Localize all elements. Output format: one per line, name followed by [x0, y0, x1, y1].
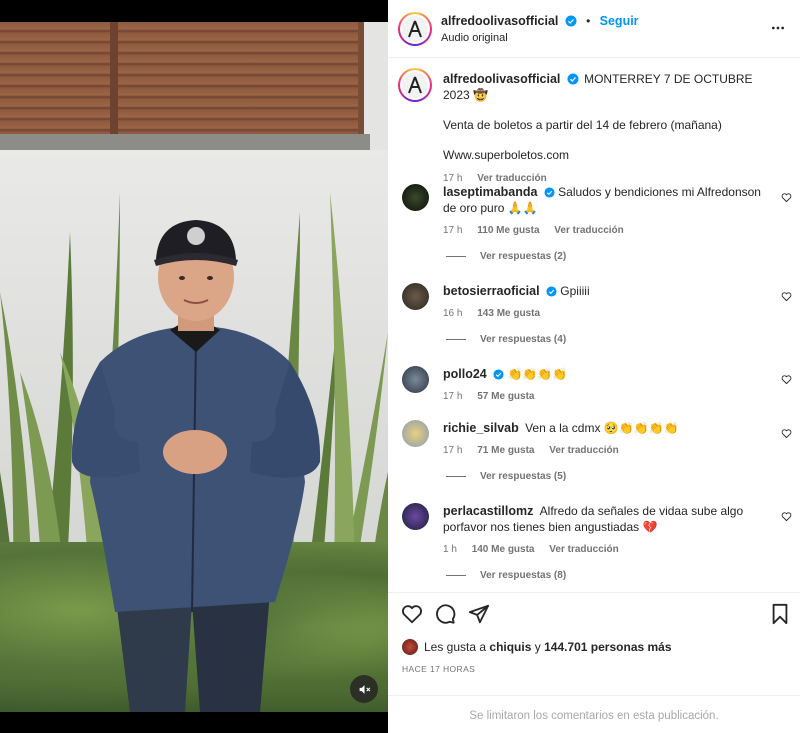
view-replies-label: Ver respuestas (4) [480, 334, 567, 345]
verified-badge-icon [493, 369, 504, 380]
wooden-shutter [0, 22, 364, 134]
heart-icon[interactable] [781, 428, 792, 439]
heart-icon[interactable] [781, 511, 792, 522]
comment-likes[interactable]: 71 Me gusta [477, 445, 534, 456]
comment-username[interactable]: laseptimabanda [443, 185, 537, 199]
post-panel: alfredoolivasofficial • Seguir Audio ori… [388, 0, 800, 733]
caption-line-1: Venta de boletos a partir del 14 de febr… [443, 118, 722, 132]
comment-username[interactable]: perlacastillomz [443, 504, 533, 518]
follow-button[interactable]: Seguir [600, 14, 639, 28]
comment-username[interactable]: pollo24 [443, 367, 487, 381]
comments-limited-notice: Se limitaron los comentarios en esta pub… [388, 695, 800, 722]
view-replies-label: Ver respuestas (5) [480, 471, 567, 482]
post-actions: Les gusta a chiquis y 144.701 personas m… [388, 592, 800, 732]
comment-likes[interactable]: 143 Me gusta [477, 308, 540, 319]
heart-icon[interactable] [781, 291, 792, 302]
comment-avatar[interactable] [402, 283, 429, 310]
liker-avatar[interactable] [402, 639, 418, 655]
bookmark-icon[interactable] [770, 603, 790, 625]
comment-username[interactable]: richie_silvab [443, 421, 519, 435]
view-replies[interactable]: Ver respuestas (8) [446, 570, 566, 581]
heart-icon[interactable] [781, 192, 792, 203]
likes-count[interactable]: 144.701 personas más [544, 640, 671, 654]
post-header: alfredoolivasofficial • Seguir Audio ori… [388, 0, 800, 58]
more-options-icon[interactable] [770, 20, 786, 36]
comment-avatar[interactable] [402, 420, 429, 447]
view-replies-label: Ver respuestas (8) [480, 570, 567, 581]
mute-icon [359, 684, 370, 694]
post-timestamp[interactable]: HACE 17 HORAS [402, 664, 475, 674]
heart-icon[interactable] [401, 603, 423, 625]
audio-link[interactable]: Audio original [441, 32, 508, 44]
view-replies[interactable]: Ver respuestas (2) [446, 251, 566, 262]
author-avatar[interactable] [398, 12, 432, 46]
likes-prefix: Les gusta a [424, 640, 487, 654]
comment-icon[interactable] [434, 603, 456, 625]
comment-text: 👏👏👏👏 [507, 367, 568, 381]
shutter-post [110, 22, 118, 134]
aoa-logo-icon [408, 76, 422, 94]
comment-avatar[interactable] [402, 503, 429, 530]
man-in-cap [71, 220, 321, 712]
comment-text: Gpiiiii [560, 284, 590, 298]
view-replies[interactable]: Ver respuestas (4) [446, 334, 566, 345]
verified-badge-icon [544, 187, 555, 198]
comments-list[interactable]: alfredoolivasofficial MONTERREY 7 DE OCT… [388, 58, 800, 592]
aoa-logo-icon [408, 20, 422, 38]
comment-text: Ven a la cdmx 🥺👏👏👏👏 [525, 421, 679, 435]
verified-badge-icon [546, 286, 557, 297]
view-replies-label: Ver respuestas (2) [480, 251, 567, 262]
comment-likes[interactable]: 140 Me gusta [472, 544, 535, 555]
caption-line-2: Www.superboletos.com [443, 148, 570, 162]
caption-avatar[interactable] [398, 68, 432, 102]
share-icon[interactable] [468, 603, 490, 625]
comment-avatar[interactable] [402, 366, 429, 393]
verified-badge-icon [565, 15, 577, 27]
caption-username[interactable]: alfredoolivasofficial [443, 72, 560, 86]
video-frame [0, 22, 388, 712]
comment-time[interactable]: 1 h [443, 544, 457, 555]
view-replies[interactable]: Ver respuestas (5) [446, 471, 566, 482]
comment-translate[interactable]: Ver traducción [554, 225, 623, 236]
comment-time[interactable]: 17 h [443, 225, 462, 236]
post-video[interactable] [0, 0, 388, 733]
mute-button[interactable] [350, 675, 378, 703]
comment-translate[interactable]: Ver traducción [549, 544, 618, 555]
verified-badge-icon [567, 73, 579, 85]
comment-translate[interactable]: Ver traducción [549, 445, 618, 456]
comment-time[interactable]: 17 h [443, 391, 462, 402]
window-ledge [0, 134, 370, 150]
caption-translate[interactable]: Ver traducción [477, 173, 546, 184]
comment-time[interactable]: 17 h [443, 445, 462, 456]
comment-likes[interactable]: 110 Me gusta [477, 225, 539, 236]
comment-username[interactable]: betosierraoficial [443, 284, 540, 298]
liker-username[interactable]: chiquis [489, 640, 531, 654]
comment-likes[interactable]: 57 Me gusta [477, 391, 534, 402]
heart-icon[interactable] [781, 374, 792, 385]
caption-time[interactable]: 17 h [443, 173, 462, 184]
cowboy-emoji: 🤠 [473, 88, 488, 102]
comment-time[interactable]: 16 h [443, 308, 462, 319]
author-username[interactable]: alfredoolivasofficial [441, 14, 558, 28]
likes-join: y [534, 640, 541, 654]
likes-summary: Les gusta a chiquis y 144.701 personas m… [402, 639, 672, 655]
comment-avatar[interactable] [402, 184, 429, 211]
separator-dot: • [586, 14, 591, 28]
